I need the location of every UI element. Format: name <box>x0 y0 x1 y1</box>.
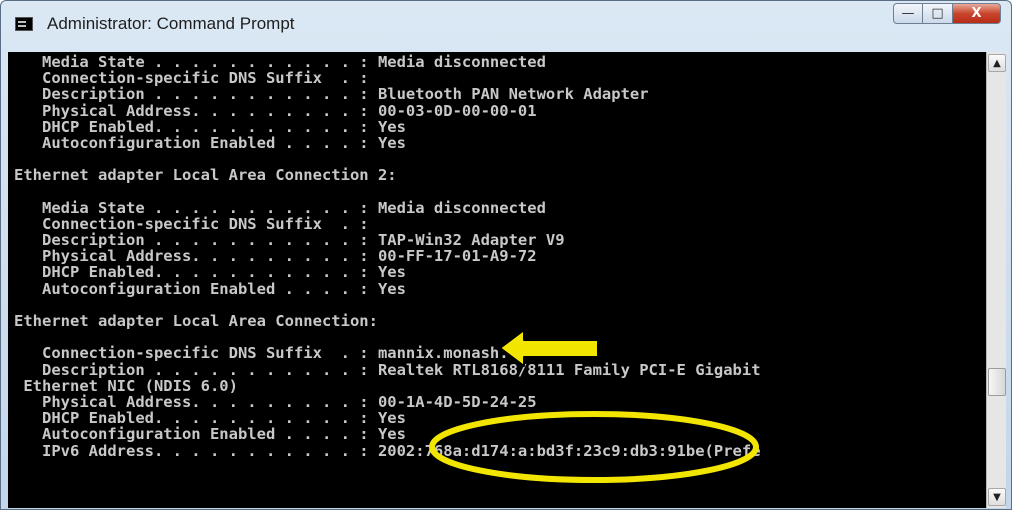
console-line: Connection-specific DNS Suffix . : manni… <box>14 344 565 363</box>
close-button[interactable]: X <box>953 3 1001 24</box>
console-line: Autoconfiguration Enabled . . . . : Yes <box>14 279 406 298</box>
console-line: Description . . . . . . . . . . . : Blue… <box>14 85 649 104</box>
console-line: Autoconfiguration Enabled . . . . : Yes <box>14 425 406 444</box>
window-title: Administrator: Command Prompt <box>47 14 295 33</box>
console-text: Media State . . . . . . . . . . . : Medi… <box>14 54 761 459</box>
minimize-button[interactable]: — <box>893 3 923 24</box>
title-bar[interactable]: Administrator: Command Prompt — □ X <box>1 1 1011 53</box>
vertical-scrollbar[interactable]: ▲ ▼ <box>986 52 1006 508</box>
console-line: Autoconfiguration Enabled . . . . : Yes <box>14 133 406 152</box>
window-controls: — □ X <box>893 3 1001 24</box>
scroll-up-icon[interactable]: ▲ <box>988 54 1006 72</box>
console-app-icon[interactable] <box>15 17 33 31</box>
scroll-down-icon[interactable]: ▼ <box>988 488 1006 506</box>
console-line: Media State . . . . . . . . . . . : Medi… <box>14 53 546 71</box>
console-line: DHCP Enabled. . . . . . . . . . . : Yes <box>14 409 406 428</box>
console-line: Ethernet adapter Local Area Connection: <box>14 312 378 330</box>
console-output[interactable]: Media State . . . . . . . . . . . : Medi… <box>8 52 986 508</box>
scroll-thumb[interactable] <box>988 368 1006 396</box>
console-line: Ethernet NIC (NDIS 6.0) <box>14 376 238 395</box>
console-line: Connection-specific DNS Suffix . : <box>14 214 369 233</box>
console-line: IPv6 Address. . . . . . . . . . . : 2002… <box>14 441 761 460</box>
console-line: DHCP Enabled. . . . . . . . . . . : Yes <box>14 117 406 136</box>
console-line: Connection-specific DNS Suffix . : <box>14 69 369 88</box>
console-line: Physical Address. . . . . . . . . : 00-0… <box>14 101 537 120</box>
console-line: Description . . . . . . . . . . . : TAP-… <box>14 231 565 250</box>
console-line: DHCP Enabled. . . . . . . . . . . : Yes <box>14 263 406 282</box>
console-line: Physical Address. . . . . . . . . : 00-F… <box>14 247 537 266</box>
console-line: Ethernet adapter Local Area Connection 2… <box>14 166 397 185</box>
console-line: Physical Address. . . . . . . . . : 00-1… <box>14 392 537 411</box>
console-line: Media State . . . . . . . . . . . : Medi… <box>14 198 546 217</box>
console-line: Description . . . . . . . . . . . : Real… <box>14 360 761 379</box>
maximize-button[interactable]: □ <box>923 3 953 24</box>
